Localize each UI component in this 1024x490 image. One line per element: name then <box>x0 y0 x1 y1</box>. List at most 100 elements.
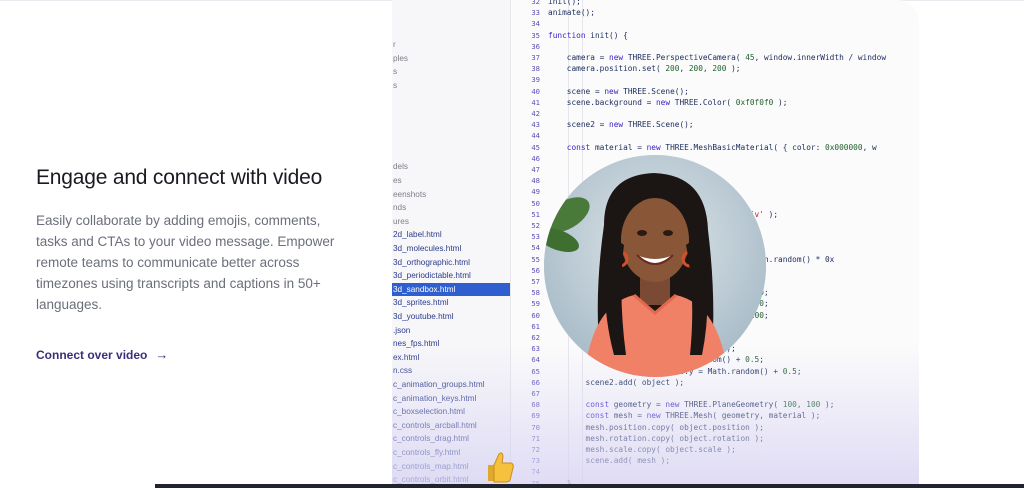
code-line: function init() { <box>548 30 628 40</box>
line-number: 71 <box>531 433 540 443</box>
line-number: 45 <box>531 142 540 152</box>
code-line: scene2 = new THREE.Scene(); <box>548 120 694 130</box>
line-number-gutter: 32 33 34 35 36 37 38 39 40 41 42 43 44 45 46 47 48 49 50 51… <box>518 0 540 484</box>
line-number: 73 <box>531 456 540 466</box>
line-number: 53 <box>531 232 540 242</box>
thumbs-up-icon <box>482 449 516 485</box>
file-tree-item[interactable] <box>392 106 510 119</box>
line-number: 44 <box>531 131 540 141</box>
file-tree-item[interactable] <box>392 133 510 146</box>
line-number: 55 <box>531 254 540 264</box>
file-tree-item[interactable]: nes_fps.html <box>392 337 510 350</box>
cta-label: Connect over video <box>36 347 148 362</box>
line-number: 32 <box>531 0 540 6</box>
line-number: 61 <box>531 321 540 331</box>
code-line: mesh.position.copy( object.position ); <box>548 422 764 432</box>
line-number: 58 <box>531 288 540 298</box>
line-number: 37 <box>531 53 540 62</box>
line-number: 34 <box>531 19 540 29</box>
code-line: scene2.add( object ); <box>548 377 685 387</box>
code-line: animate(); <box>548 8 595 18</box>
line-number: 63 <box>531 344 540 354</box>
file-tree-item[interactable]: c_animation_keys.html <box>392 392 510 405</box>
code-line: const mesh = new THREE.Mesh( geometry, m… <box>585 411 821 421</box>
line-number: 43 <box>531 120 540 130</box>
file-tree-item[interactable] <box>392 147 510 160</box>
editor-divider <box>510 0 511 484</box>
line-number: 65 <box>531 366 540 376</box>
line-number: 50 <box>531 198 540 208</box>
code-line: scene.background = new THREE.Color( 0xf0… <box>548 97 788 107</box>
file-tree-item[interactable]: s <box>392 79 510 92</box>
file-tree-item[interactable]: 3d_sandbox.html <box>392 282 510 296</box>
file-tree-item[interactable]: eenshots <box>392 188 510 201</box>
code-line: const geometry = new THREE.PlaneGeometry… <box>585 400 835 410</box>
line-number: 60 <box>531 310 540 320</box>
file-tree-item[interactable]: dels <box>392 160 510 173</box>
file-tree-item[interactable]: ples <box>392 52 510 65</box>
code-line: mesh.scale.copy( object.scale ); <box>548 445 736 454</box>
feature-heading: Engage and connect with video <box>36 166 323 189</box>
line-number: 35 <box>531 30 540 40</box>
file-tree-item[interactable]: nds <box>392 201 510 214</box>
line-number: 68 <box>531 400 540 410</box>
line-number: 39 <box>531 75 540 85</box>
file-tree-item[interactable] <box>392 120 510 133</box>
connect-over-video-link[interactable]: Connect over video → <box>36 347 168 362</box>
line-number: 64 <box>531 355 540 365</box>
code-line: mesh.rotation.copy( object.rotation ); <box>548 433 764 443</box>
file-tree-item[interactable]: s <box>392 65 510 78</box>
code-line: camera.position.set( 200, 200, 200 ); <box>548 64 741 74</box>
feature-description: Easily collaborate by adding emojis, com… <box>36 213 335 312</box>
line-number: 56 <box>531 265 540 275</box>
file-tree-item[interactable]: c_controls_drag.html <box>392 432 510 445</box>
file-tree-item[interactable]: ex.html <box>392 351 510 364</box>
woman-smiling-avatar <box>544 155 766 377</box>
file-tree-item[interactable]: 3d_youtube.html <box>392 310 510 323</box>
line-number: 74 <box>531 467 540 477</box>
line-number: 38 <box>531 64 540 74</box>
code-line: const material = new THREE.MeshBasicMate… <box>566 142 877 152</box>
file-tree-item[interactable]: 3d_molecules.html <box>392 242 510 255</box>
file-tree-item[interactable]: n.css <box>392 364 510 377</box>
file-tree-item[interactable]: 3d_sprites.html <box>392 296 510 309</box>
file-tree-item[interactable]: 2d_label.html <box>392 228 510 241</box>
arrow-right-icon: → <box>155 347 169 362</box>
code-line: scene.add( mesh ); <box>548 456 671 466</box>
file-tree-item[interactable]: .json <box>392 324 510 337</box>
feature-copy: Engage and connect with video Easily col… <box>36 166 356 315</box>
file-tree-item[interactable]: c_boxselection.html <box>392 405 510 418</box>
file-tree-item[interactable]: 3d_orthographic.html <box>392 256 510 269</box>
line-number: 49 <box>531 187 540 197</box>
code-line: camera = new THREE.PerspectiveCamera( 45… <box>548 53 887 62</box>
line-number: 42 <box>531 109 540 118</box>
file-tree-item[interactable] <box>392 92 510 105</box>
line-number: 57 <box>531 277 540 286</box>
line-number: 52 <box>531 221 540 230</box>
file-tree-item[interactable]: r <box>392 38 510 51</box>
line-number: 40 <box>531 86 540 96</box>
line-number: 46 <box>531 153 540 163</box>
line-number: 69 <box>531 411 540 421</box>
code-line: init(); <box>548 0 581 6</box>
bottom-bar <box>155 484 1024 488</box>
line-number: 48 <box>531 176 540 186</box>
line-number: 54 <box>531 243 540 253</box>
line-number: 36 <box>531 41 540 51</box>
line-number: 67 <box>531 389 540 398</box>
file-tree-item[interactable]: 3d_periodictable.html <box>392 269 510 282</box>
file-tree-item[interactable]: c_controls_arcball.html <box>392 419 510 432</box>
code-line: scene = new THREE.Scene(); <box>548 86 689 96</box>
line-number: 33 <box>531 8 540 18</box>
line-number: 62 <box>531 333 540 342</box>
file-tree-item[interactable]: c_animation_groups.html <box>392 378 510 391</box>
file-tree: r ples s s dels es eenshots nds ures 2d_label.htm… <box>392 0 511 484</box>
line-number: 70 <box>531 422 540 432</box>
file-tree-item[interactable]: ures <box>392 215 510 228</box>
line-number: 41 <box>531 97 540 107</box>
line-number: 47 <box>531 165 540 174</box>
line-number: 59 <box>531 299 540 309</box>
line-number: 66 <box>531 377 540 387</box>
line-number: 51 <box>531 209 540 219</box>
file-tree-item[interactable]: es <box>392 174 510 187</box>
